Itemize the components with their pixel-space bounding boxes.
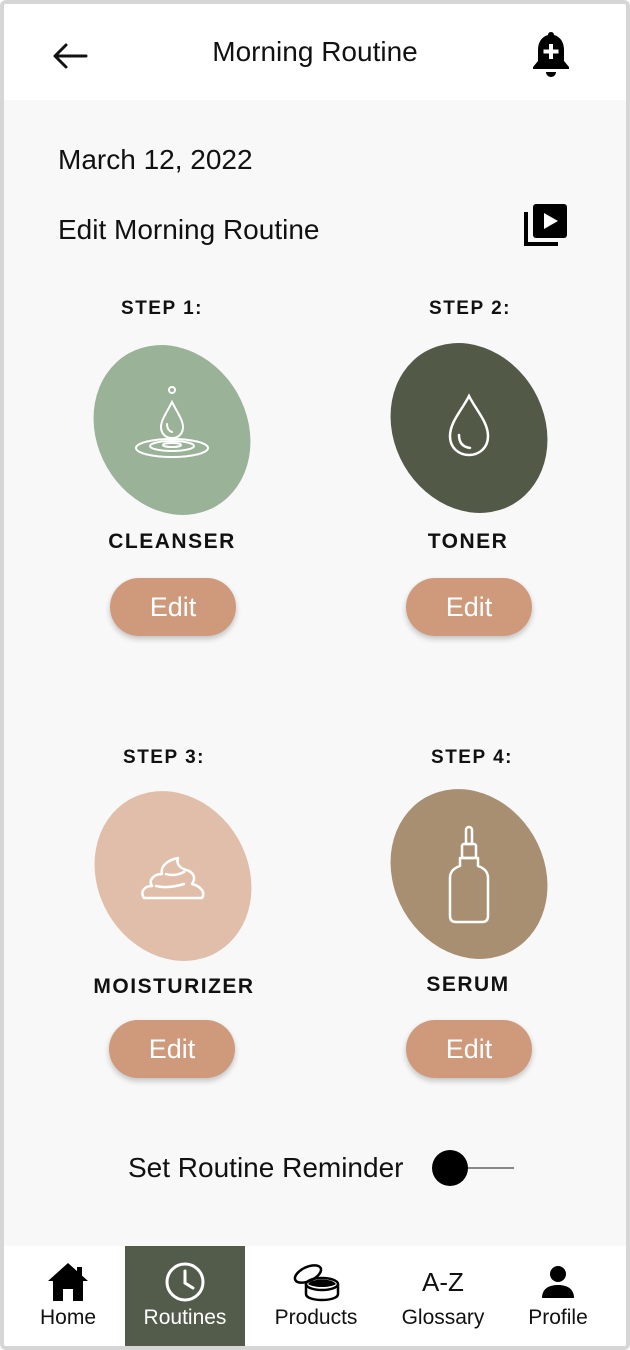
step-4-label: STEP 4: bbox=[431, 747, 513, 768]
person-icon bbox=[540, 1246, 576, 1302]
water-drop-icon bbox=[448, 393, 490, 457]
step-2-name: TONER bbox=[427, 530, 509, 553]
reminder-toggle[interactable] bbox=[432, 1148, 514, 1188]
video-library-icon[interactable] bbox=[522, 200, 570, 248]
nav-glossary[interactable]: A-Z Glossary bbox=[386, 1246, 500, 1346]
nav-products-label: Products bbox=[274, 1306, 358, 1329]
cream-jar-icon bbox=[290, 1246, 342, 1302]
nav-profile[interactable]: Profile bbox=[506, 1246, 610, 1346]
step-1-label: STEP 1: bbox=[121, 298, 203, 319]
edit-moisturizer-button[interactable]: Edit bbox=[109, 1020, 235, 1078]
step-2-label: STEP 2: bbox=[429, 298, 511, 319]
edit-toner-button[interactable]: Edit bbox=[406, 578, 532, 636]
edit-serum-button[interactable]: Edit bbox=[406, 1020, 532, 1078]
nav-home-label: Home bbox=[39, 1306, 97, 1329]
toggle-knob[interactable] bbox=[432, 1150, 468, 1186]
app-frame: Morning Routine March 12, 2022 Edit Morn… bbox=[0, 0, 630, 1350]
nav-routines[interactable]: Routines bbox=[125, 1246, 245, 1346]
glossary-az-text: A-Z bbox=[422, 1266, 464, 1297]
routine-content: March 12, 2022 Edit Morning Routine STEP… bbox=[4, 100, 626, 1246]
bottom-nav: Home Routines Products A-Z Glossary Prof… bbox=[4, 1246, 626, 1346]
cream-swirl-icon bbox=[141, 856, 205, 900]
routine-date: March 12, 2022 bbox=[58, 144, 253, 175]
add-reminder-bell-icon[interactable] bbox=[528, 28, 574, 80]
step-4-name: SERUM bbox=[426, 973, 510, 996]
nav-profile-label: Profile bbox=[528, 1306, 588, 1329]
nav-products[interactable]: Products bbox=[254, 1246, 378, 1346]
home-icon bbox=[46, 1246, 90, 1302]
header: Morning Routine bbox=[4, 4, 626, 100]
nav-home[interactable]: Home bbox=[8, 1246, 128, 1346]
step-3-name: MOISTURIZER bbox=[93, 975, 255, 998]
dropper-bottle-icon bbox=[448, 825, 490, 924]
water-drop-ripple-icon bbox=[135, 386, 209, 458]
nav-glossary-label: Glossary bbox=[401, 1306, 485, 1329]
reminder-label: Set Routine Reminder bbox=[128, 1152, 404, 1183]
nav-routines-label: Routines bbox=[143, 1306, 227, 1329]
clock-icon bbox=[164, 1246, 206, 1302]
az-glossary-icon: A-Z bbox=[422, 1246, 464, 1302]
step-3-label: STEP 3: bbox=[123, 747, 205, 768]
edit-cleanser-button[interactable]: Edit bbox=[110, 578, 236, 636]
edit-routine-link[interactable]: Edit Morning Routine bbox=[58, 214, 319, 246]
step-1-name: CLEANSER bbox=[108, 530, 236, 553]
